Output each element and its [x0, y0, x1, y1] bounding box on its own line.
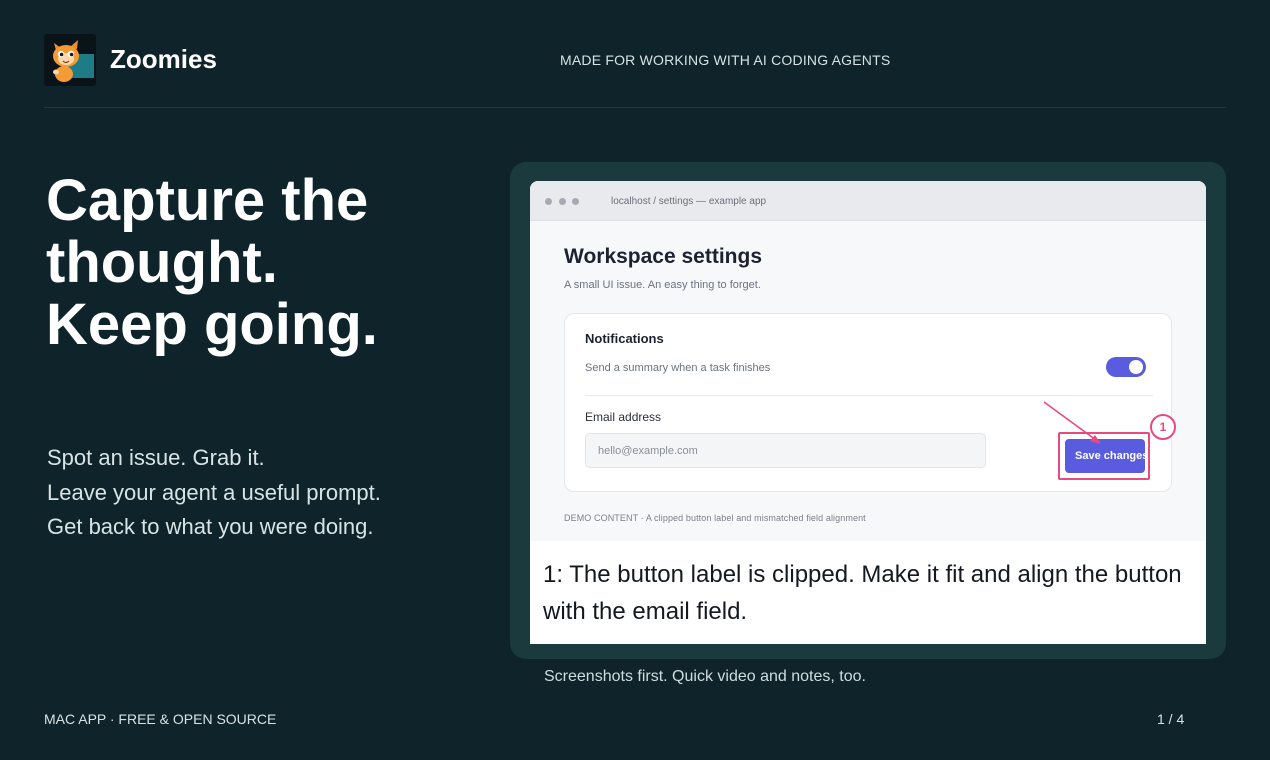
hero-body-line: Spot an issue. Grab it.	[47, 445, 265, 470]
page-indicator: 1 / 4	[1157, 711, 1185, 727]
hero-body-line: Get back to what you were doing.	[47, 514, 374, 539]
demo-note: DEMO CONTENT · A clipped button label an…	[564, 513, 866, 523]
site-header: Zoomies MADE FOR WORKING WITH AI CODING …	[44, 34, 1226, 108]
hero-title-line: Keep going.	[46, 292, 378, 357]
annotation-box	[1058, 432, 1150, 480]
showcase-panel: localhost / settings — example app Works…	[510, 162, 1226, 659]
header-tagline: MADE FOR WORKING WITH AI CODING AGENTS	[560, 52, 891, 68]
caption-panel: 1: The button label is clipped. Make it …	[530, 541, 1206, 644]
hero-title-line: Capture the	[46, 168, 369, 233]
brand-name[interactable]: Zoomies	[110, 44, 217, 75]
hero-title: Capture the thought. Keep going.	[46, 170, 486, 356]
hero-title-line: thought.	[46, 230, 278, 295]
showcase-subcaption: Screenshots first. Quick video and notes…	[544, 668, 866, 685]
hero-body: Spot an issue. Grab it. Leave your agent…	[47, 441, 487, 545]
annotation-number-badge: 1	[1150, 414, 1176, 440]
cat-logo-icon[interactable]	[44, 34, 96, 86]
footer-info: MAC APP · FREE & OPEN SOURCE	[44, 711, 277, 727]
example-app-window: localhost / settings — example app Works…	[530, 181, 1206, 541]
annotation-caption: 1: The button label is clipped. Make it …	[543, 561, 1182, 625]
hero-body-line: Leave your agent a useful prompt.	[47, 479, 381, 505]
annotation-arrow-icon	[1043, 401, 1101, 444]
